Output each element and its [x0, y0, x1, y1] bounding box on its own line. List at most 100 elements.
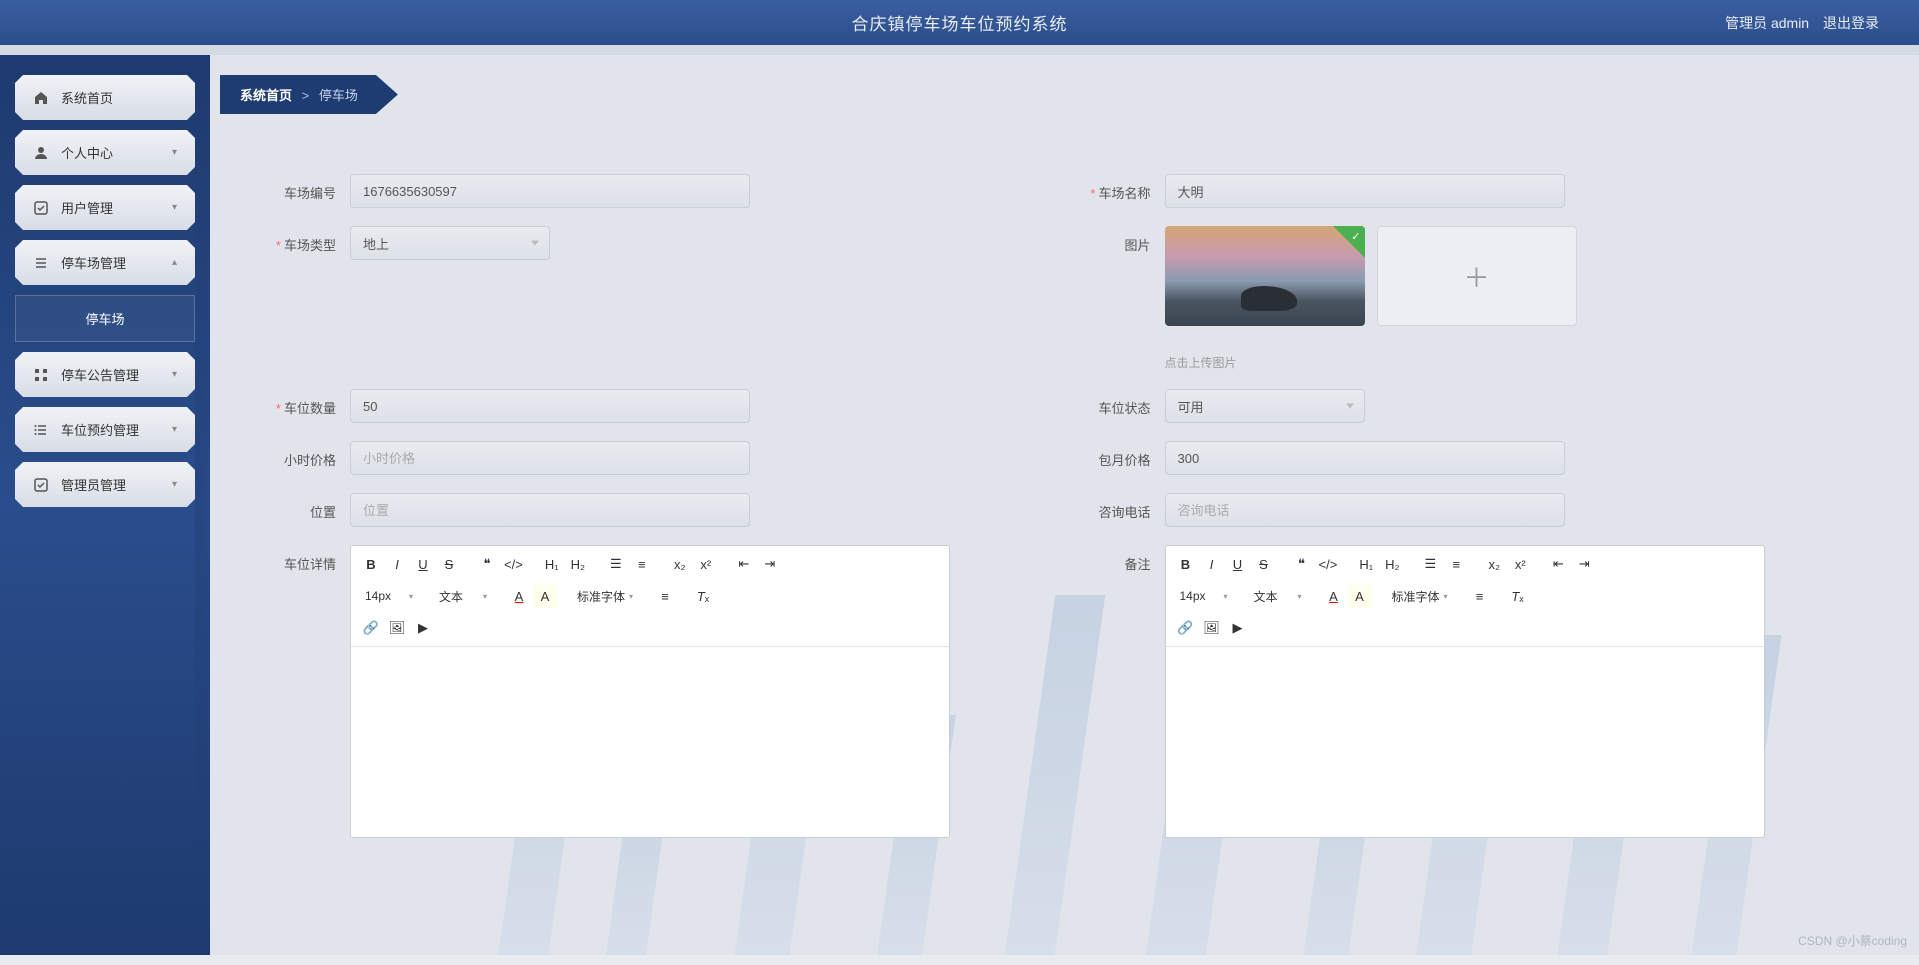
video-icon[interactable]: ▶ [411, 616, 435, 640]
detail-editor-body[interactable] [351, 647, 949, 837]
sidebar-item-label: 管理员管理 [61, 475, 126, 494]
text-type-select[interactable]: 文本 [1248, 584, 1308, 608]
outdent-icon[interactable]: ⇤ [732, 552, 756, 576]
watermark: CSDN @小蔡coding [1798, 932, 1907, 949]
h1-icon[interactable]: H₁ [1354, 552, 1378, 576]
font-color-icon[interactable]: A [507, 584, 531, 608]
italic-icon[interactable]: I [1200, 552, 1224, 576]
status-select[interactable]: 可用 [1165, 389, 1365, 423]
chevron-down-icon: ▾ [172, 147, 177, 158]
text-type-select[interactable]: 文本 [433, 584, 493, 608]
label-type: *车场类型 [250, 226, 350, 254]
user-icon [33, 145, 49, 161]
code-icon[interactable]: </> [1316, 552, 1341, 576]
type-select[interactable]: 地上 [350, 226, 550, 260]
image-icon[interactable]: 🖼 [1200, 616, 1224, 640]
align-icon[interactable]: ≡ [653, 584, 677, 608]
app-header: 合庆镇停车场车位预约系统 管理员 admin 退出登录 [0, 0, 1919, 55]
add-image-button[interactable]: ＋ [1377, 226, 1577, 326]
clear-format-icon[interactable]: Tₓ [1506, 584, 1530, 608]
h1-icon[interactable]: H₁ [540, 552, 564, 576]
bg-color-icon[interactable]: A [1348, 584, 1372, 608]
font-family-select[interactable]: 标准字体 [1386, 584, 1454, 608]
ul-icon[interactable]: ≡ [1444, 552, 1468, 576]
bold-icon[interactable]: B [1174, 552, 1198, 576]
align-icon[interactable]: ≡ [1468, 584, 1492, 608]
header-user-area: 管理员 admin 退出登录 [1715, 13, 1879, 33]
sidebar-item-home[interactable]: 系统首页 [15, 75, 195, 120]
hour-price-input[interactable] [350, 441, 750, 475]
count-input[interactable] [350, 389, 750, 423]
logout-link[interactable]: 退出登录 [1823, 15, 1879, 31]
font-color-icon[interactable]: A [1322, 584, 1346, 608]
label-number: 车场编号 [250, 174, 350, 202]
app-title: 合庆镇停车场车位预约系统 [852, 10, 1068, 35]
code-icon[interactable]: </> [501, 552, 526, 576]
link-icon[interactable]: 🔗 [1174, 616, 1198, 640]
ol-icon[interactable]: ☰ [604, 552, 628, 576]
label-count: *车位数量 [250, 389, 350, 417]
name-input[interactable] [1165, 174, 1565, 208]
clear-format-icon[interactable]: Tₓ [691, 584, 715, 608]
remark-editor: B I U S ❝ </> H₁ H₂ ☰ [1165, 545, 1765, 838]
phone-input[interactable] [1165, 493, 1565, 527]
underline-icon[interactable]: U [1226, 552, 1250, 576]
label-month-price: 包月价格 [1065, 441, 1165, 469]
sup-icon[interactable]: x² [1508, 552, 1532, 576]
font-size-select[interactable]: 14px [359, 584, 419, 608]
uploaded-image-thumb[interactable]: ✓ [1165, 226, 1365, 326]
check-icon [33, 200, 49, 216]
chevron-down-icon: ▾ [172, 479, 177, 490]
sidebar-subitem-parking-lot[interactable]: 停车场 [15, 295, 195, 342]
italic-icon[interactable]: I [385, 552, 409, 576]
chevron-down-icon: ▾ [172, 202, 177, 213]
h2-icon[interactable]: H₂ [566, 552, 590, 576]
sidebar-item-label: 个人中心 [61, 143, 113, 162]
bold-icon[interactable]: B [359, 552, 383, 576]
menu-icon [33, 255, 49, 271]
breadcrumb-home[interactable]: 系统首页 [240, 88, 292, 103]
location-input[interactable] [350, 493, 750, 527]
sidebar-item-profile[interactable]: 个人中心 ▾ [15, 130, 195, 175]
month-price-input[interactable] [1165, 441, 1565, 475]
sidebar-item-notice[interactable]: 停车公告管理 ▾ [15, 352, 195, 397]
sidebar-item-parking[interactable]: 停车场管理 ▴ [15, 240, 195, 285]
video-icon[interactable]: ▶ [1226, 616, 1250, 640]
quote-icon[interactable]: ❝ [475, 552, 499, 576]
font-size-select[interactable]: 14px [1174, 584, 1234, 608]
admin-label[interactable]: 管理员 admin [1725, 15, 1809, 31]
bg-color-icon[interactable]: A [533, 584, 557, 608]
breadcrumb-current: 停车场 [319, 88, 358, 103]
label-phone: 咨询电话 [1065, 493, 1165, 521]
sub-icon[interactable]: x₂ [668, 552, 692, 576]
underline-icon[interactable]: U [411, 552, 435, 576]
image-icon[interactable]: 🖼 [385, 616, 409, 640]
ul-icon[interactable]: ≡ [630, 552, 654, 576]
success-check-icon: ✓ [1351, 230, 1360, 243]
main-content: 系统首页 > 停车场 车场编号 *车场名称 *车场类型 地上 [210, 55, 1919, 955]
indent-icon[interactable]: ⇥ [1572, 552, 1596, 576]
font-family-select[interactable]: 标准字体 [571, 584, 639, 608]
sub-icon[interactable]: x₂ [1482, 552, 1506, 576]
label-status: 车位状态 [1065, 389, 1165, 417]
sidebar-item-label: 停车场管理 [61, 253, 126, 272]
h2-icon[interactable]: H₂ [1380, 552, 1404, 576]
outdent-icon[interactable]: ⇤ [1546, 552, 1570, 576]
sup-icon[interactable]: x² [694, 552, 718, 576]
detail-editor: B I U S ❝ </> H₁ H₂ ☰ [350, 545, 950, 838]
number-input[interactable] [350, 174, 750, 208]
sidebar-item-users[interactable]: 用户管理 ▾ [15, 185, 195, 230]
strike-icon[interactable]: S [437, 552, 461, 576]
label-remark: 备注 [1065, 545, 1165, 573]
label-location: 位置 [250, 493, 350, 521]
sidebar-item-admin[interactable]: 管理员管理 ▾ [15, 462, 195, 507]
quote-icon[interactable]: ❝ [1290, 552, 1314, 576]
ol-icon[interactable]: ☰ [1418, 552, 1442, 576]
breadcrumb-sep: > [302, 88, 310, 103]
remark-editor-body[interactable] [1166, 647, 1764, 837]
link-icon[interactable]: 🔗 [359, 616, 383, 640]
editor-toolbar: B I U S ❝ </> H₁ H₂ ☰ [1166, 546, 1764, 647]
strike-icon[interactable]: S [1252, 552, 1276, 576]
indent-icon[interactable]: ⇥ [758, 552, 782, 576]
sidebar-item-reservation[interactable]: 车位预约管理 ▾ [15, 407, 195, 452]
